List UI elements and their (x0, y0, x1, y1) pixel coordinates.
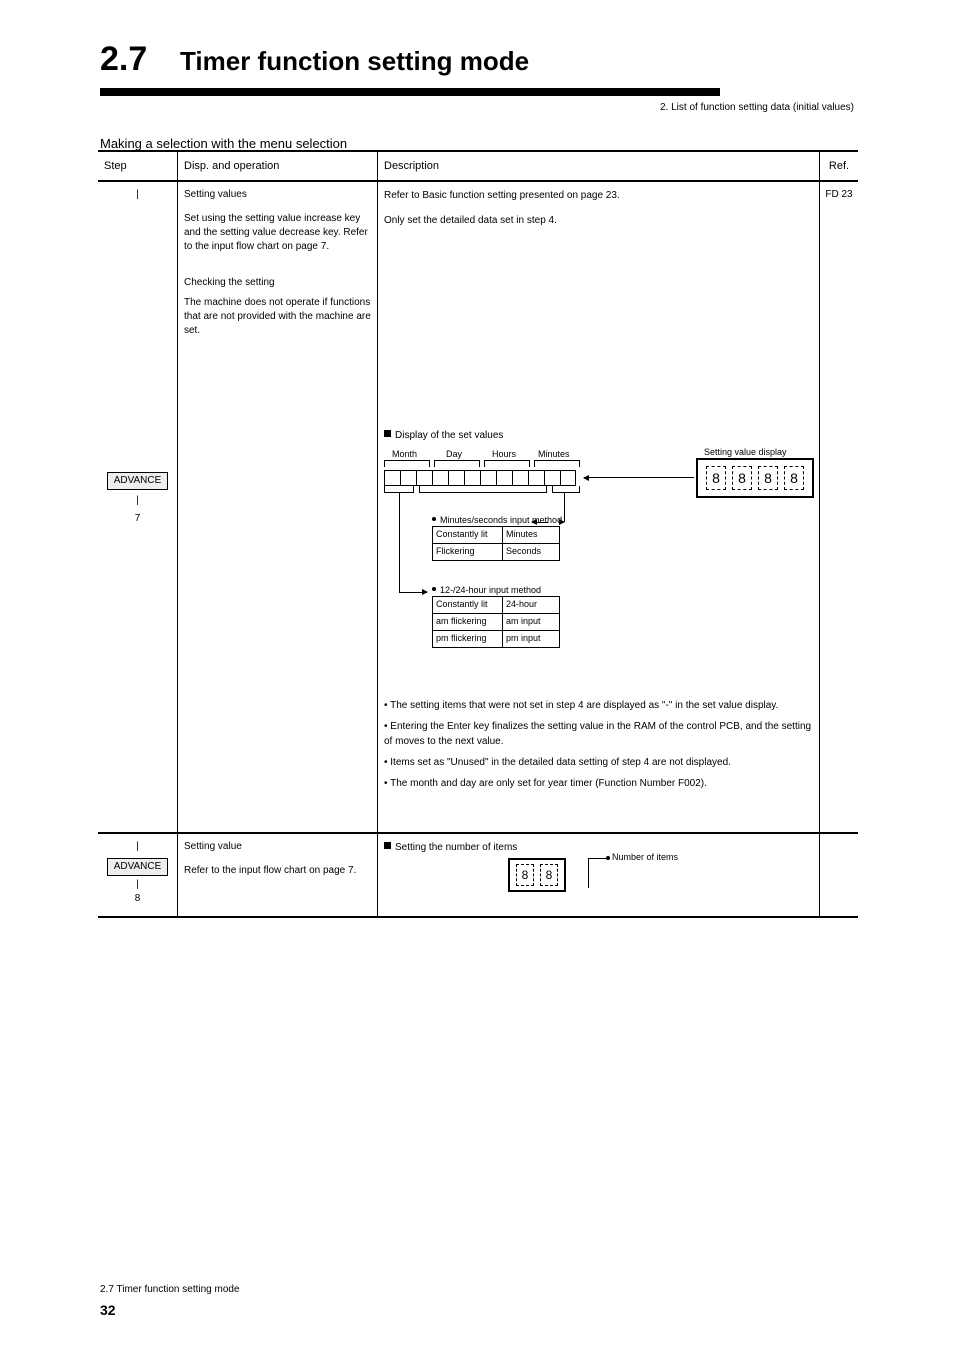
note-item: • The setting items that were not set in… (384, 698, 813, 713)
desc-p2: Only set the detailed data set in step 4… (384, 213, 813, 228)
step-text: | (102, 188, 173, 202)
section-number: 2.7 (100, 40, 147, 79)
setting-value-display: 8 8 8 8 (696, 458, 814, 498)
group-label: Month (392, 448, 417, 462)
col-disp: Disp. and operation (178, 152, 378, 180)
desc-title: Setting the number of items (384, 840, 813, 855)
operation-title: Setting value (184, 840, 371, 854)
cell-step: | ADVANCE | 8 (98, 834, 178, 916)
diagram-title: Display of the set values (384, 428, 503, 443)
section-title: Timer function setting mode (180, 46, 529, 77)
cell-step: | ADVANCE | 7 (98, 182, 178, 832)
page-number: 32 (100, 1302, 116, 1318)
digit: 8 (732, 466, 752, 490)
cell-operation: Setting value Refer to the input flow ch… (178, 834, 378, 916)
note-item: • Items set as "Unused" in the detailed … (384, 755, 813, 770)
operation-text: Set using the setting value increase key… (184, 212, 371, 254)
note-item: • Entering the Enter key finalizes the s… (384, 719, 813, 749)
bullet-icon (606, 856, 610, 860)
operation-check-title: Checking the setting (184, 276, 371, 290)
digit: 8 (758, 466, 778, 490)
digit: 8 (706, 466, 726, 490)
digit: 8 (784, 466, 804, 490)
step-text: | (102, 494, 173, 508)
col-step: Step (98, 152, 178, 180)
operation-text: Refer to the input flow chart on page 7. (184, 864, 371, 878)
cell-description: Refer to Basic function setting presente… (378, 182, 820, 832)
table-header-row: Step Disp. and operation Description Ref… (98, 152, 858, 182)
settings-table: Step Disp. and operation Description Ref… (98, 150, 858, 918)
note-item: • The month and day are only set for yea… (384, 776, 813, 791)
display-caption: Setting value display (704, 446, 787, 460)
operation-title: Setting values (184, 188, 371, 202)
table-row: | ADVANCE | 7 Setting values Set using t… (98, 182, 858, 834)
group-label: Hours (492, 448, 516, 462)
table-row: | ADVANCE | 8 Setting value Refer to the… (98, 834, 858, 918)
page-header: 2.7 Timer function setting mode (100, 40, 854, 100)
value-display-diagram: Display of the set values Month Day Hour… (384, 428, 813, 688)
digit: 8 (540, 864, 558, 886)
group-label: Day (446, 448, 462, 462)
arrow-icon (584, 477, 694, 478)
cell-ref (820, 834, 858, 916)
bullet-icon (432, 587, 436, 591)
items-display: 8 8 (508, 858, 566, 892)
operation-check-text: The machine does not operate if function… (184, 296, 371, 338)
lead-label: Number of items (612, 851, 678, 865)
digit: 8 (516, 864, 534, 886)
digit-strip (384, 470, 576, 486)
header-rule (100, 88, 720, 96)
col-ref: Ref. (820, 152, 858, 180)
subtable-minutes: Constantly litMinutes FlickeringSeconds (432, 526, 560, 561)
cell-ref: FD 23 (820, 182, 858, 832)
footer-subsection: 2.7 Timer function setting mode (100, 1284, 240, 1295)
advance-badge: ADVANCE (107, 858, 169, 876)
step-number: 7 (102, 512, 173, 526)
bullet-icon (432, 517, 436, 521)
desc-p1: Refer to Basic function setting presente… (384, 188, 813, 203)
subtable-hours: Constantly lit24-hour am flickeringam in… (432, 596, 560, 648)
chapter-reference: 2. List of function setting data (initia… (660, 102, 854, 113)
col-desc: Description (378, 152, 820, 180)
cell-description: Setting the number of items 8 8 Number o… (378, 834, 820, 916)
advance-badge: ADVANCE (107, 472, 169, 490)
menu-label: Making a selection with the menu selecti… (100, 136, 347, 151)
group-label: Minutes (538, 448, 570, 462)
cell-operation: Setting values Set using the setting val… (178, 182, 378, 832)
square-bullet-icon (384, 842, 391, 849)
square-bullet-icon (384, 430, 391, 437)
